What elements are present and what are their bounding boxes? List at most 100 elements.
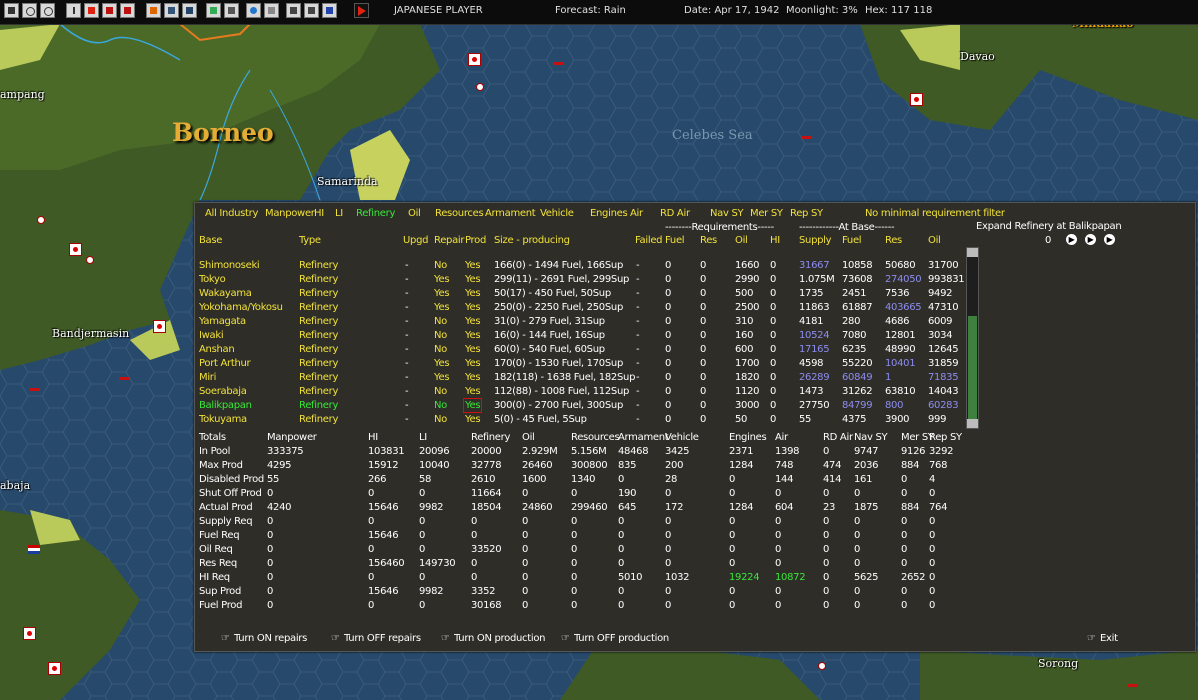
base-flag-icon[interactable] xyxy=(910,93,923,106)
turn-off-repairs-button[interactable]: ☞ Turn OFF repairs xyxy=(331,633,421,644)
port-icon[interactable] xyxy=(818,662,826,670)
tab-refinery[interactable]: Refinery xyxy=(356,208,395,219)
report-list-icon[interactable] xyxy=(304,3,319,18)
row-prod[interactable]: Yes xyxy=(465,330,481,341)
base-row[interactable]: Yamagata Refinery - No Yes 31(0) - 279 Fuel, … xyxy=(195,316,965,330)
exit-button[interactable]: ☞ Exit xyxy=(1087,633,1118,644)
flag-icon[interactable] xyxy=(146,3,161,18)
turn-off-production-button[interactable]: ☞ Turn OFF production xyxy=(561,633,669,644)
turn-on-production-button[interactable]: ☞ Turn ON production xyxy=(441,633,546,644)
tab-li[interactable]: LI xyxy=(335,208,343,219)
row-base[interactable]: Tokyo xyxy=(199,274,226,285)
tab-all-industry[interactable]: All Industry xyxy=(205,208,258,219)
row-base[interactable]: Yokohama/Yokosu xyxy=(199,302,283,313)
scroll-thumb[interactable] xyxy=(968,316,977,420)
industry-icon[interactable] xyxy=(224,3,239,18)
base-row[interactable]: Soerabaja Refinery - No Yes 112(88) - 1008 Fu… xyxy=(195,386,965,400)
tab-rd-air[interactable]: RD Air xyxy=(660,208,690,219)
row-prod[interactable]: Yes xyxy=(462,398,483,413)
col-failed[interactable]: Failed xyxy=(635,235,663,246)
base-row[interactable]: Iwaki Refinery - No Yes 16(0) - 144 Fuel, 16S… xyxy=(195,330,965,344)
refresh-alt-icon[interactable] xyxy=(40,3,55,18)
base-flag-icon[interactable] xyxy=(23,627,36,640)
row-repair[interactable]: No xyxy=(434,260,447,271)
warship-icon[interactable] xyxy=(182,3,197,18)
tab-armament[interactable]: Armament xyxy=(485,208,536,219)
row-repair[interactable]: No xyxy=(434,330,447,341)
row-prod[interactable]: Yes xyxy=(465,386,481,397)
base-row[interactable]: Wakayama Refinery - Yes Yes 50(17) - 450 Fuel… xyxy=(195,288,965,302)
base-row[interactable]: Shimonoseki Refinery - No Yes 166(0) - 1494 F… xyxy=(195,260,965,274)
base-row[interactable]: Balikpapan Refinery - No Yes 300(0) - 2700 Fu… xyxy=(195,398,965,414)
info-icon[interactable] xyxy=(66,3,81,18)
tab-engines[interactable]: Engines xyxy=(590,208,628,219)
row-base[interactable]: Miri xyxy=(199,372,216,383)
tab-oil[interactable]: Oil xyxy=(408,208,421,219)
col-upgd[interactable]: Upgd xyxy=(403,235,428,246)
row-base[interactable]: Wakayama xyxy=(199,288,252,299)
col-supply[interactable]: Supply xyxy=(799,235,832,246)
row-base[interactable]: Shimonoseki xyxy=(199,260,260,271)
base-flag-icon[interactable] xyxy=(153,320,166,333)
row-prod[interactable]: Yes xyxy=(465,274,481,285)
base-row[interactable]: Miri Refinery - Yes Yes 182(118) - 1638 Fuel,… xyxy=(195,372,965,386)
row-base[interactable]: Anshan xyxy=(199,344,235,355)
row-repair[interactable]: No xyxy=(434,414,447,425)
row-repair[interactable]: No xyxy=(434,400,447,411)
minimal-requirement-filter[interactable]: No minimal requirement filter xyxy=(865,208,1005,219)
ship-button-icon[interactable] xyxy=(164,3,179,18)
menu-icon[interactable] xyxy=(4,3,19,18)
col-base-oil[interactable]: Oil xyxy=(928,235,941,246)
scroll-down-icon[interactable] xyxy=(967,419,978,428)
base-row[interactable]: Tokyo Refinery - Yes Yes 299(11) - 2691 Fuel,… xyxy=(195,274,965,288)
ship-icon[interactable] xyxy=(30,388,40,391)
row-prod[interactable]: Yes xyxy=(465,260,481,271)
tab-resources[interactable]: Resources xyxy=(435,208,484,219)
col-type[interactable]: Type xyxy=(299,235,321,246)
row-repair[interactable]: Yes xyxy=(434,358,450,369)
scroll-up-icon[interactable] xyxy=(967,248,978,257)
port-icon[interactable] xyxy=(37,216,45,224)
refresh-icon[interactable] xyxy=(22,3,37,18)
base-row[interactable]: Port Arthur Refinery - Yes Yes 170(0) - 1530 … xyxy=(195,358,965,372)
tab-manpower[interactable]: Manpower xyxy=(265,208,315,219)
tab-hi[interactable]: HI xyxy=(314,208,324,219)
row-base[interactable]: Yamagata xyxy=(199,316,246,327)
row-base[interactable]: Tokuyama xyxy=(199,414,247,425)
col-prod[interactable]: Prod xyxy=(465,235,486,246)
end-turn-play-icon[interactable] xyxy=(354,3,369,18)
col-size[interactable]: Size - producing xyxy=(494,235,570,246)
port-icon[interactable] xyxy=(476,83,484,91)
dutch-flag-icon[interactable] xyxy=(28,545,40,554)
row-prod[interactable]: Yes xyxy=(465,372,481,383)
expand-increase-more-icon[interactable]: ▶ xyxy=(1085,234,1096,245)
expand-increase-icon[interactable]: ▶ xyxy=(1066,234,1077,245)
row-repair[interactable]: No xyxy=(434,386,447,397)
col-base[interactable]: Base xyxy=(199,235,222,246)
air-unit-icon[interactable] xyxy=(102,3,117,18)
col-base-fuel[interactable]: Fuel xyxy=(842,235,862,246)
row-repair[interactable]: No xyxy=(434,316,447,327)
turn-on-repairs-button[interactable]: ☞ Turn ON repairs xyxy=(221,633,307,644)
base-row[interactable]: Anshan Refinery - No Yes 60(0) - 540 Fuel, 60… xyxy=(195,344,965,358)
row-repair[interactable]: Yes xyxy=(434,288,450,299)
base-flag-icon[interactable] xyxy=(468,53,481,66)
ship-icon[interactable] xyxy=(802,136,812,139)
tab-rep-sy[interactable]: Rep SY xyxy=(790,208,823,219)
ship-icon[interactable] xyxy=(119,377,129,380)
row-base[interactable]: Iwaki xyxy=(199,330,224,341)
row-prod[interactable]: Yes xyxy=(465,302,481,313)
row-base[interactable]: Balikpapan xyxy=(199,400,252,411)
port-icon[interactable] xyxy=(86,256,94,264)
production-icon[interactable] xyxy=(206,3,221,18)
tab-vehicle[interactable]: Vehicle xyxy=(540,208,574,219)
op-report-icon[interactable] xyxy=(286,3,301,18)
row-repair[interactable]: Yes xyxy=(434,274,450,285)
row-prod[interactable]: Yes xyxy=(465,414,481,425)
col-req-oil[interactable]: Oil xyxy=(735,235,748,246)
col-repair[interactable]: Repair xyxy=(434,235,465,246)
ship-icon[interactable] xyxy=(553,62,563,65)
air-unit-alt-icon[interactable] xyxy=(120,3,135,18)
globe-icon[interactable] xyxy=(246,3,261,18)
tab-mer-sy[interactable]: Mer SY xyxy=(750,208,783,219)
